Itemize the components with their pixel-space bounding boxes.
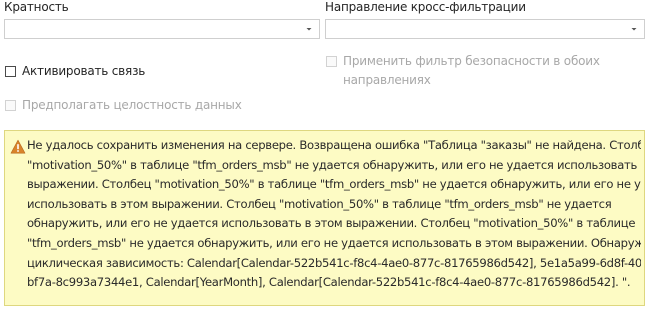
- error-line: использовать в этом выражении. Столбец "…: [27, 196, 612, 211]
- referential-integrity-label: Предполагать целостность данных: [22, 98, 242, 112]
- security-filter-label-line1: Применить фильтр безопасности в обоих: [343, 54, 600, 68]
- error-line: выражении. Столбец "motivation_50%" в та…: [27, 177, 641, 192]
- error-line: циклическая зависимость: Calendar[Calend…: [27, 255, 641, 270]
- activate-relationship-label: Активировать связь: [22, 64, 146, 78]
- cross-filter-label: Направление кросс-фильтрации: [325, 0, 526, 14]
- cardinality-dropdown[interactable]: [4, 19, 320, 39]
- security-filter-label-line2: направлениях: [343, 73, 431, 87]
- error-line: "motivation_50%" в таблице "tfm_orders_m…: [27, 157, 641, 172]
- error-line: "tfm_orders_msb" не удается обнаружить, …: [27, 235, 641, 250]
- checkbox-box[interactable]: [5, 66, 16, 77]
- checkbox-box: [5, 100, 16, 111]
- error-message-text: Не удалось сохранить изменения на сервер…: [27, 136, 641, 293]
- checkbox-box: [326, 56, 337, 67]
- error-line: обнаружить, или его не удается использов…: [27, 216, 636, 231]
- chevron-down-icon: [631, 28, 637, 31]
- error-line: bf7a-8c993a7344e1, Calendar[YearMonth], …: [27, 275, 631, 290]
- referential-integrity-checkbox: Предполагать целостность данных: [5, 98, 242, 115]
- activate-relationship-checkbox[interactable]: Активировать связь: [5, 64, 145, 78]
- error-message-panel: Не удалось сохранить изменения на сервер…: [4, 130, 645, 306]
- security-filter-label: Применить фильтр безопасности в обоих на…: [343, 52, 600, 90]
- error-line: Не удалось сохранить изменения на сервер…: [27, 138, 641, 152]
- cardinality-label: Кратность: [4, 0, 69, 14]
- cross-filter-dropdown[interactable]: [325, 19, 645, 39]
- warning-icon: [10, 139, 26, 154]
- security-filter-checkbox: Применить фильтр безопасности в обоих на…: [326, 54, 600, 90]
- chevron-down-icon: [306, 28, 312, 31]
